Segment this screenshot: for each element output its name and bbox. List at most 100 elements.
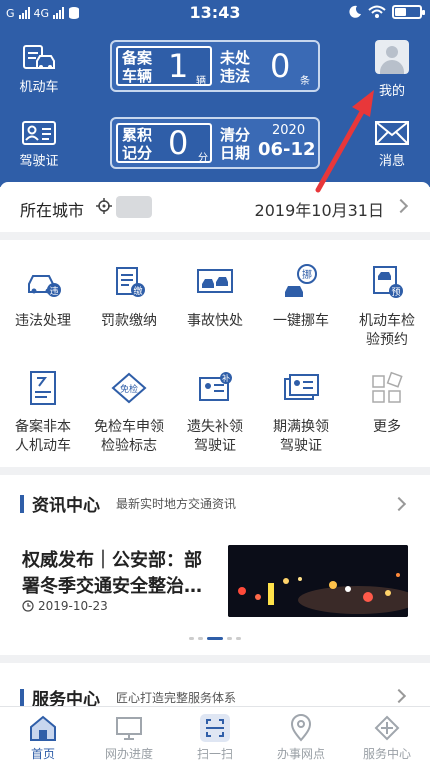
clear-date: 06-12 xyxy=(258,139,316,160)
section-bar xyxy=(20,688,24,707)
grid-item-label: 更多 xyxy=(373,419,401,435)
grid-item-label: 罚款缴纳 xyxy=(101,313,157,329)
exempt-inspection-icon: 免检 xyxy=(109,368,149,408)
svg-text:违: 违 xyxy=(49,286,58,297)
news-header[interactable]: 资讯中心 最新实时地方交通资讯 xyxy=(20,491,236,516)
tab-label: 扫一扫 xyxy=(196,747,233,761)
chevron-right-icon[interactable] xyxy=(391,496,407,512)
section-bar xyxy=(20,494,24,513)
points-summary-panel[interactable]: 累积 记分 0 分 清分 日期 2020 06-12 xyxy=(110,117,320,169)
services-grid: 违 违法处理 缴 罚款缴纳 事故快处 挪 一键挪车 预 机动车检 验预约 备案非本… xyxy=(0,240,430,467)
news-date: 2019-10-23 xyxy=(38,599,108,613)
grid-item-label: 事故快处 xyxy=(187,313,243,329)
vehicle-label-2: 车辆 xyxy=(122,67,153,85)
tab-label: 服务中心 xyxy=(362,747,411,761)
my-profile-button[interactable]: 我的 xyxy=(361,40,423,99)
points-unit: 分 xyxy=(198,153,208,164)
wifi-icon xyxy=(368,5,386,18)
points-count: 0 xyxy=(168,124,189,162)
fine-payment-icon: 缴 xyxy=(109,262,149,302)
license-label: 驾驶证 xyxy=(19,154,59,169)
tab-label: 办事网点 xyxy=(276,747,325,761)
tab-progress[interactable]: 网办进度 xyxy=(86,707,172,771)
register-vehicle-icon xyxy=(23,368,63,408)
current-date: 2019年10月31日 xyxy=(254,201,384,220)
service-icon xyxy=(372,714,402,742)
clock-icon xyxy=(22,600,34,612)
grid-item-more[interactable]: 更多 xyxy=(344,368,430,437)
mail-icon xyxy=(375,121,409,145)
grid-item-label: 遗失补领 驾驶证 xyxy=(187,419,243,454)
tab-locations[interactable]: 办事网点 xyxy=(258,707,344,771)
license-button[interactable]: 驾驶证 xyxy=(8,120,70,169)
violation-label-1: 未处 xyxy=(220,49,251,67)
news-section: 资讯中心 最新实时地方交通资讯 权威发布｜公安部：部署冬季交通安全整治… 201… xyxy=(0,475,430,655)
grid-item-lost-license[interactable]: 补 遗失补领 驾驶证 xyxy=(172,368,258,456)
tab-home[interactable]: 首页 xyxy=(0,707,86,771)
svg-text:缴: 缴 xyxy=(133,285,142,297)
monitor-icon xyxy=(114,714,144,742)
grid-item-inspection-booking[interactable]: 预 机动车检 验预约 xyxy=(344,262,430,350)
vehicle-summary-panel[interactable]: 备案 车辆 1 辆 未处 违法 0 条 xyxy=(110,40,320,92)
svg-text:预: 预 xyxy=(391,287,400,298)
grid-item-label: 免检车申领 检验标志 xyxy=(94,419,164,454)
tab-label: 首页 xyxy=(30,747,55,761)
inspection-booking-icon: 预 xyxy=(367,262,407,302)
city-row[interactable]: 所在城市 2019年10月31日 xyxy=(0,182,430,232)
vehicle-label-1: 备案 xyxy=(122,49,153,67)
news-thumbnail[interactable] xyxy=(228,545,408,617)
violation-icon: 违 xyxy=(23,262,63,302)
news-subtitle: 最新实时地方交通资讯 xyxy=(116,497,237,511)
clear-label-2: 日期 xyxy=(220,144,251,162)
tab-scan[interactable]: 扫一扫 xyxy=(172,707,258,771)
service-subtitle: 匠心打造完整服务体系 xyxy=(116,691,237,705)
vehicle-count: 1 xyxy=(168,47,189,85)
vehicle-icon xyxy=(23,45,55,69)
vehicle-unit: 辆 xyxy=(196,76,206,87)
city-label: 所在城市 xyxy=(20,201,85,220)
grid-item-move-car[interactable]: 挪 一键挪车 xyxy=(258,262,344,331)
license-icon xyxy=(22,121,56,145)
status-bar: G 4G 13:43 xyxy=(0,0,430,27)
grid-item-fine-payment[interactable]: 缴 罚款缴纳 xyxy=(86,262,172,331)
renew-license-icon xyxy=(281,368,321,408)
grid-item-exempt-inspection[interactable]: 免检 免检车申领 检验标志 xyxy=(86,368,172,456)
lost-license-icon: 补 xyxy=(195,368,235,408)
news-title: 资讯中心 xyxy=(32,496,100,516)
points-label-2: 记分 xyxy=(122,144,153,162)
svg-text:免检: 免检 xyxy=(120,383,138,395)
svg-text:挪: 挪 xyxy=(302,268,312,281)
messages-label: 消息 xyxy=(378,154,405,169)
city-name-redacted xyxy=(116,196,152,218)
grid-item-accident[interactable]: 事故快处 xyxy=(172,262,258,331)
grid-item-register-vehicle[interactable]: 备案非本 人机动车 xyxy=(0,368,86,456)
news-headline[interactable]: 权威发布｜公安部：部署冬季交通安全整治… xyxy=(22,548,212,600)
clear-label-1: 清分 xyxy=(220,126,251,144)
avatar-icon xyxy=(375,40,409,74)
move-car-icon: 挪 xyxy=(281,262,321,302)
battery-icon xyxy=(392,5,425,19)
vehicle-label: 机动车 xyxy=(19,80,59,95)
tab-service-center[interactable]: 服务中心 xyxy=(344,707,430,771)
chevron-right-icon[interactable] xyxy=(391,688,407,704)
header: G 4G 13:43 机动车 驾驶证 备案 车辆 1 辆 未处 违法 0 条 累… xyxy=(0,0,430,187)
svg-text:补: 补 xyxy=(222,373,230,383)
violation-unit: 条 xyxy=(300,76,310,87)
grid-item-label: 备案非本 人机动车 xyxy=(15,419,71,454)
messages-button[interactable]: 消息 xyxy=(361,120,423,169)
moon-icon xyxy=(349,5,361,18)
accident-icon xyxy=(195,262,235,302)
locate-icon[interactable] xyxy=(96,198,112,214)
more-icon xyxy=(367,368,407,408)
violation-count: 0 xyxy=(270,47,291,85)
grid-item-renew-license[interactable]: 期满换领 驾驶证 xyxy=(258,368,344,456)
news-date-row: 2019-10-23 xyxy=(22,599,108,613)
vehicle-button[interactable]: 机动车 xyxy=(8,44,70,95)
grid-item-violation[interactable]: 违 违法处理 xyxy=(0,262,86,331)
tab-bar: 首页 网办进度 扫一扫 办事网点 服务中心 xyxy=(0,706,430,771)
scan-icon xyxy=(200,714,230,742)
carousel-dots xyxy=(0,637,430,640)
chevron-right-icon xyxy=(393,198,409,214)
tab-label: 网办进度 xyxy=(104,747,153,761)
location-icon xyxy=(286,714,316,742)
